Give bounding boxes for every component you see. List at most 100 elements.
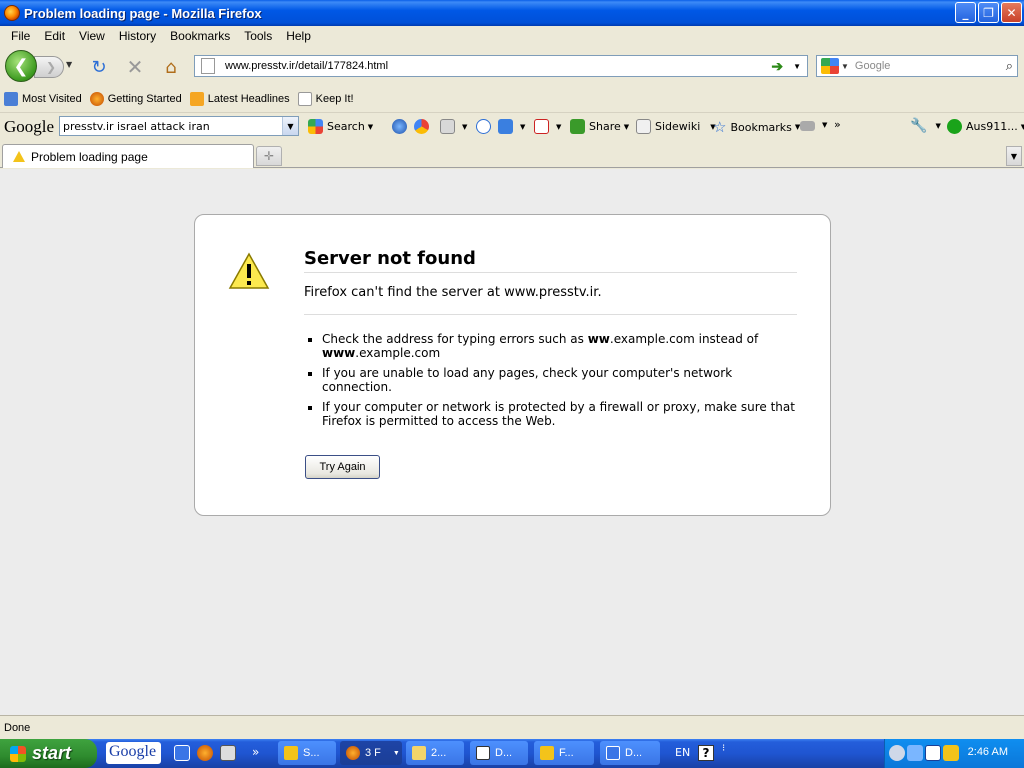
- suggestion-bold: www: [322, 346, 356, 360]
- status-bar: Done: [0, 715, 1024, 739]
- bookmarks-button[interactable]: ☆ Bookmarks ▼: [713, 118, 800, 136]
- quicklaunch-more-icon[interactable]: »: [252, 745, 268, 761]
- back-button[interactable]: ❮: [5, 50, 37, 82]
- plus-icon: ✛: [263, 149, 275, 163]
- new-tab-button[interactable]: ✛: [256, 146, 282, 166]
- suggestion-item: Check the address for typing errors such…: [322, 332, 797, 360]
- task-item-folder[interactable]: 2...: [406, 741, 464, 765]
- firefox-quicklaunch-icon[interactable]: [197, 745, 213, 761]
- more-chevron-icon[interactable]: »: [834, 118, 841, 131]
- go-arrow-icon[interactable]: ➔: [771, 58, 783, 75]
- error-title: Server not found: [304, 248, 797, 273]
- toolbar-button-icon[interactable]: [800, 121, 815, 131]
- search-placeholder[interactable]: Google: [855, 60, 1006, 72]
- popup-blocker-icon[interactable]: [440, 119, 455, 134]
- menu-view[interactable]: View: [72, 29, 112, 43]
- home-icon[interactable]: ⌂: [160, 56, 182, 78]
- firefox-icon: [346, 746, 360, 760]
- url-text[interactable]: www.presstv.ir/detail/177824.html: [225, 60, 771, 72]
- search-label: Search: [327, 120, 365, 133]
- minimize-button[interactable]: _: [955, 2, 976, 23]
- task-item-document[interactable]: D...: [470, 741, 528, 765]
- globe-icon[interactable]: [392, 119, 407, 134]
- network-icon[interactable]: [907, 745, 923, 761]
- google-search-button[interactable]: Search ▼: [308, 119, 373, 134]
- popup-dropdown-icon[interactable]: ▼: [462, 123, 467, 131]
- plus-dropdown-icon[interactable]: ▼: [520, 123, 525, 131]
- share-icon: [570, 119, 585, 134]
- close-button[interactable]: ✕: [1001, 2, 1022, 23]
- status-text: Done: [4, 721, 31, 734]
- try-again-button[interactable]: Try Again: [305, 455, 380, 479]
- folder-icon: [412, 746, 426, 760]
- document-icon: [476, 746, 490, 760]
- language-bar-icon[interactable]: ⁝: [722, 743, 725, 754]
- bookmark-label: Latest Headlines: [207, 93, 290, 105]
- history-dropdown-icon[interactable]: ▼: [66, 60, 72, 69]
- url-dropdown-icon[interactable]: ▼: [793, 62, 801, 71]
- mail-dropdown-icon[interactable]: ▼: [556, 123, 561, 131]
- task-label: F...: [559, 747, 574, 759]
- search-bar[interactable]: ▼ Google ⌕: [816, 55, 1018, 77]
- menu-history[interactable]: History: [112, 29, 163, 43]
- language-indicator[interactable]: EN: [675, 746, 690, 759]
- google-query[interactable]: presstv.ir israel attack iran: [63, 120, 282, 133]
- star-icon: ☆: [713, 118, 727, 136]
- menu-file[interactable]: File: [4, 29, 37, 43]
- engine-dropdown-icon[interactable]: ▼: [841, 62, 849, 71]
- reload-icon[interactable]: ↻: [88, 56, 110, 78]
- plus-icon[interactable]: [498, 119, 513, 134]
- menu-tools[interactable]: Tools: [237, 29, 279, 43]
- sidewiki-button[interactable]: Sidewiki ▼: [636, 119, 716, 134]
- bookmark-most-visited[interactable]: Most Visited: [4, 92, 82, 106]
- menu-edit[interactable]: Edit: [37, 29, 72, 43]
- maximize-button[interactable]: ❐: [978, 2, 999, 23]
- media-icon[interactable]: [925, 745, 941, 761]
- task-item-f[interactable]: F...: [534, 741, 594, 765]
- bookmarks-toolbar: Most Visited Getting Started Latest Head…: [0, 88, 1024, 110]
- search-icon[interactable]: ⌕: [1006, 58, 1013, 74]
- account-button[interactable]: Aus911... ▼: [947, 119, 1024, 134]
- menu-help[interactable]: Help: [279, 29, 318, 43]
- menu-bookmarks[interactable]: Bookmarks: [163, 29, 237, 43]
- task-item-firefox-group[interactable]: 3 F ▼: [340, 741, 402, 765]
- bookmark-getting-started[interactable]: Getting Started: [89, 92, 182, 106]
- task-label: D...: [495, 747, 513, 759]
- task-item-d[interactable]: D...: [600, 741, 660, 765]
- warning-icon: [228, 252, 270, 289]
- task-item-s[interactable]: S...: [278, 741, 336, 765]
- tab-list-button[interactable]: ▼: [1006, 146, 1022, 166]
- rss-icon: [189, 92, 204, 106]
- search-dropdown-icon[interactable]: ▼: [368, 123, 373, 131]
- forward-button[interactable]: ❯: [34, 56, 64, 78]
- tab-problem-loading[interactable]: Problem loading page: [2, 144, 254, 168]
- help-icon[interactable]: ?: [698, 745, 714, 761]
- start-button[interactable]: start: [0, 739, 97, 768]
- url-bar[interactable]: www.presstv.ir/detail/177824.html ➔ ▼: [194, 55, 808, 77]
- desktop-icon[interactable]: [220, 745, 236, 761]
- task-label: 3 F: [365, 747, 381, 759]
- query-dropdown-icon[interactable]: ▼: [282, 117, 298, 135]
- start-label: start: [32, 743, 72, 763]
- google-search-input[interactable]: presstv.ir israel attack iran ▼: [59, 116, 299, 136]
- bookmark-label: Getting Started: [107, 93, 182, 105]
- google-logo-text: Google: [4, 116, 55, 136]
- bookmark-latest-headlines[interactable]: Latest Headlines: [189, 92, 290, 106]
- mail-icon[interactable]: [534, 119, 549, 134]
- pagerank-icon[interactable]: [414, 119, 429, 134]
- suggestion-item: If your computer or network is protected…: [322, 400, 797, 428]
- security-icon[interactable]: [943, 745, 959, 761]
- task-label: S...: [303, 747, 320, 759]
- ie-icon[interactable]: [174, 745, 190, 761]
- bookmark-keep-it[interactable]: Keep It!: [297, 92, 354, 106]
- wrench-dropdown-icon[interactable]: ▼: [935, 122, 940, 130]
- wrench-icon[interactable]: 🔧: [910, 118, 927, 134]
- toolbar-dropdown-icon[interactable]: ▼: [822, 121, 827, 129]
- stop-icon[interactable]: ✕: [124, 55, 146, 79]
- google-engine-icon[interactable]: [821, 58, 839, 74]
- task-label: 2...: [431, 747, 447, 759]
- share-button[interactable]: Share ▼: [570, 119, 629, 134]
- clock-icon[interactable]: [476, 119, 491, 134]
- tray-expand-icon[interactable]: [889, 745, 905, 761]
- share-dropdown-icon[interactable]: ▼: [624, 123, 629, 131]
